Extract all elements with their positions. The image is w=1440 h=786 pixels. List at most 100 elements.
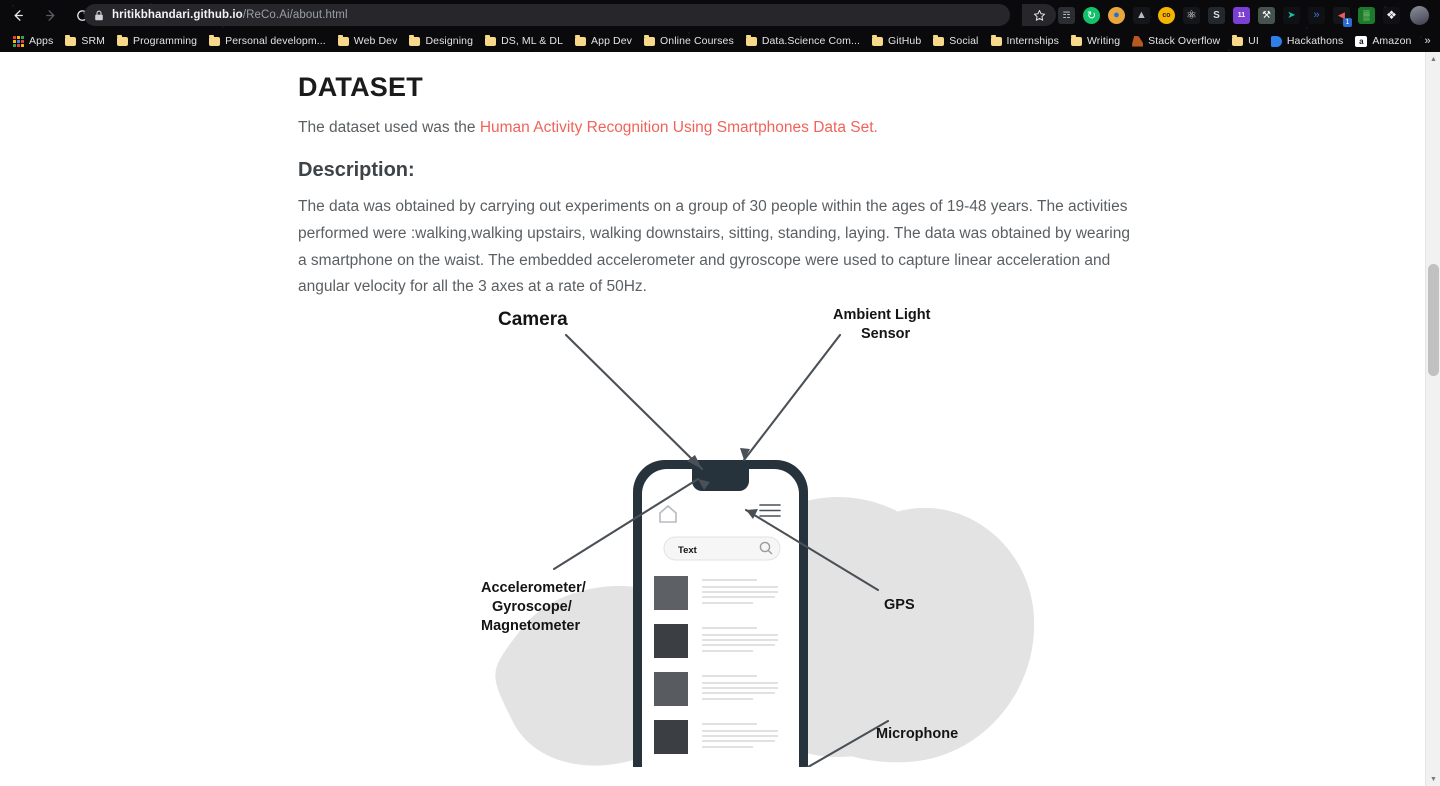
bookmark-stack-overflow[interactable]: Stack Overflow (1127, 32, 1225, 50)
bookmarks-overflow-button[interactable]: » (1418, 35, 1436, 47)
bookmark-github[interactable]: GitHub (867, 32, 926, 50)
url-host: hritikbhandari.github.io (112, 9, 243, 21)
folder-icon (745, 34, 757, 46)
avatar[interactable] (1410, 5, 1429, 25)
address-bar[interactable]: hritikbhandari.github.io/ReCo.Ai/about.h… (84, 4, 1010, 26)
bookmark-ds-ml-dl[interactable]: DS, ML & DL (480, 32, 568, 50)
react-devtools-extension-icon[interactable]: ⚛ (1183, 6, 1200, 24)
ambient-light-leader-line (742, 333, 842, 462)
phone-search-field[interactable]: Text (663, 536, 781, 561)
dataset-link[interactable]: Human Activity Recognition Using Smartph… (480, 119, 878, 136)
url-path: /ReCo.Ai/about.html (242, 9, 348, 21)
bookmark-label: UI (1248, 35, 1259, 47)
bookmark-label: Programming (132, 35, 198, 47)
extension-badge-count: 1 (1343, 17, 1352, 27)
bookmark-label: Social (949, 35, 979, 47)
bookmark-label: Data.Science Com... (761, 35, 861, 47)
bookmark-label: GitHub (888, 35, 922, 47)
hammer-extension-icon[interactable]: ⚒ (1258, 6, 1275, 24)
url-text: hritikbhandari.github.io/ReCo.Ai/about.h… (112, 9, 348, 21)
folder-icon (990, 34, 1002, 46)
bookmark-app-dev[interactable]: App Dev (570, 32, 637, 50)
browser-chrome: hritikbhandari.github.io/ReCo.Ai/about.h… (0, 0, 1440, 52)
bookmark-ui[interactable]: UI (1227, 32, 1264, 50)
folder-icon (1232, 34, 1244, 46)
bookmark-label: Online Courses (660, 35, 734, 47)
bookmark-online-courses[interactable]: Online Courses (639, 32, 739, 50)
bookmark-personal-development[interactable]: Personal developm... (204, 32, 331, 50)
bookmark-label: Apps (29, 35, 54, 47)
accelerometer-label-line2: Gyroscope/ (492, 599, 572, 615)
chevron-stack-extension-icon[interactable]: » (1308, 6, 1325, 24)
purple-eleven-extension-icon[interactable]: 11 (1233, 6, 1250, 24)
vertical-scrollbar[interactable]: ▲ ▼ (1425, 52, 1440, 786)
clipboard-extension-icon[interactable]: ☶ (1058, 6, 1075, 24)
back-arrow-icon (14, 9, 23, 21)
smartphone-sensors-diagram: Text Camera Ambient Light Sensor Acceler… (298, 297, 1143, 767)
star-icon (1033, 9, 1045, 21)
blue-circle-extension-icon[interactable]: ● (1108, 6, 1125, 24)
folder-icon (337, 34, 349, 46)
phone-search-placeholder: Text (678, 545, 698, 556)
bookmark-data-science-community[interactable]: Data.Science Com... (741, 32, 865, 50)
back-button[interactable] (4, 1, 32, 29)
gps-label: GPS (884, 597, 915, 613)
teal-bird-extension-icon[interactable]: ➤ (1283, 6, 1300, 24)
green-refresh-extension-icon[interactable]: ↻ (1083, 6, 1100, 24)
bookmark-srm[interactable]: SRM (60, 32, 110, 50)
extension-icons: ☶ ↻ ● ▲ co ⚛ S 11 ⚒ ➤ » ◀1 ▒ ❖ ⋮ (1058, 0, 1440, 30)
colab-extension-icon[interactable]: co (1158, 6, 1175, 24)
folder-icon (485, 34, 497, 46)
lock-icon (94, 10, 104, 21)
scroll-down-arrow[interactable]: ▼ (1426, 772, 1440, 786)
bookmark-programming[interactable]: Programming (112, 32, 202, 50)
bookmark-social[interactable]: Social (928, 32, 983, 50)
bookmark-hackathons[interactable]: Hackathons (1266, 32, 1348, 50)
folder-icon (644, 34, 656, 46)
folder-icon (209, 34, 221, 46)
description-heading: Description: (298, 159, 415, 182)
blue-blob-icon (1270, 35, 1282, 47)
ambient-light-label-line2: Sensor (861, 326, 911, 342)
grammarly-extension-icon[interactable]: S (1208, 6, 1225, 24)
folder-icon (116, 34, 128, 46)
browser-toolbar: hritikbhandari.github.io/ReCo.Ai/about.h… (0, 0, 1440, 30)
bookmark-label: SRM (81, 35, 105, 47)
page-viewport: DATASET The dataset used was the Human A… (0, 52, 1440, 786)
page-title: DATASET (298, 72, 423, 102)
scroll-up-arrow[interactable]: ▲ (1426, 52, 1440, 66)
folder-icon (872, 34, 884, 46)
green-grid-extension-icon[interactable]: ▒ (1358, 6, 1375, 24)
folder-icon (65, 34, 77, 46)
speaker-extension-icon[interactable]: ◀ 1 (1333, 6, 1352, 27)
bookmark-internships[interactable]: Internships (986, 32, 1064, 50)
bookmark-web-dev[interactable]: Web Dev (333, 32, 403, 50)
folder-icon (409, 34, 421, 46)
bookmark-amazon[interactable]: a Amazon (1350, 32, 1416, 50)
dataset-lead-paragraph: The dataset used was the Human Activity … (298, 117, 1143, 139)
bookmark-designing[interactable]: Designing (404, 32, 478, 50)
bookmark-label: Web Dev (353, 35, 398, 47)
folder-icon (933, 34, 945, 46)
bookmark-label: Personal developm... (225, 35, 326, 47)
bookmark-label: Internships (1006, 35, 1059, 47)
bookmark-label: DS, ML & DL (501, 35, 564, 47)
folder-icon (575, 34, 587, 46)
bookmark-label: Stack Overflow (1148, 35, 1221, 47)
lead-text-before: The dataset used was the (298, 119, 480, 136)
forward-button[interactable] (36, 1, 64, 29)
grey-drive-extension-icon[interactable]: ▲ (1133, 6, 1150, 24)
vertical-scroll-thumb[interactable] (1428, 264, 1439, 376)
ambient-light-label-line1: Ambient Light (833, 307, 931, 323)
stack-overflow-icon (1132, 35, 1144, 47)
puzzle-extension-icon[interactable]: ❖ (1383, 6, 1400, 24)
accelerometer-label-line3: Magnetometer (481, 618, 580, 634)
camera-leader-line (564, 333, 704, 471)
bookmark-label: Writing (1086, 35, 1121, 47)
bookmark-label: Hackathons (1286, 35, 1344, 47)
description-paragraph: The data was obtained by carrying out ex… (298, 198, 1130, 296)
phone-mockup: Text (633, 460, 808, 767)
bookmark-apps[interactable]: Apps (8, 32, 58, 50)
bookmark-star-button[interactable] (1022, 4, 1056, 26)
bookmark-writing[interactable]: Writing (1066, 32, 1125, 50)
